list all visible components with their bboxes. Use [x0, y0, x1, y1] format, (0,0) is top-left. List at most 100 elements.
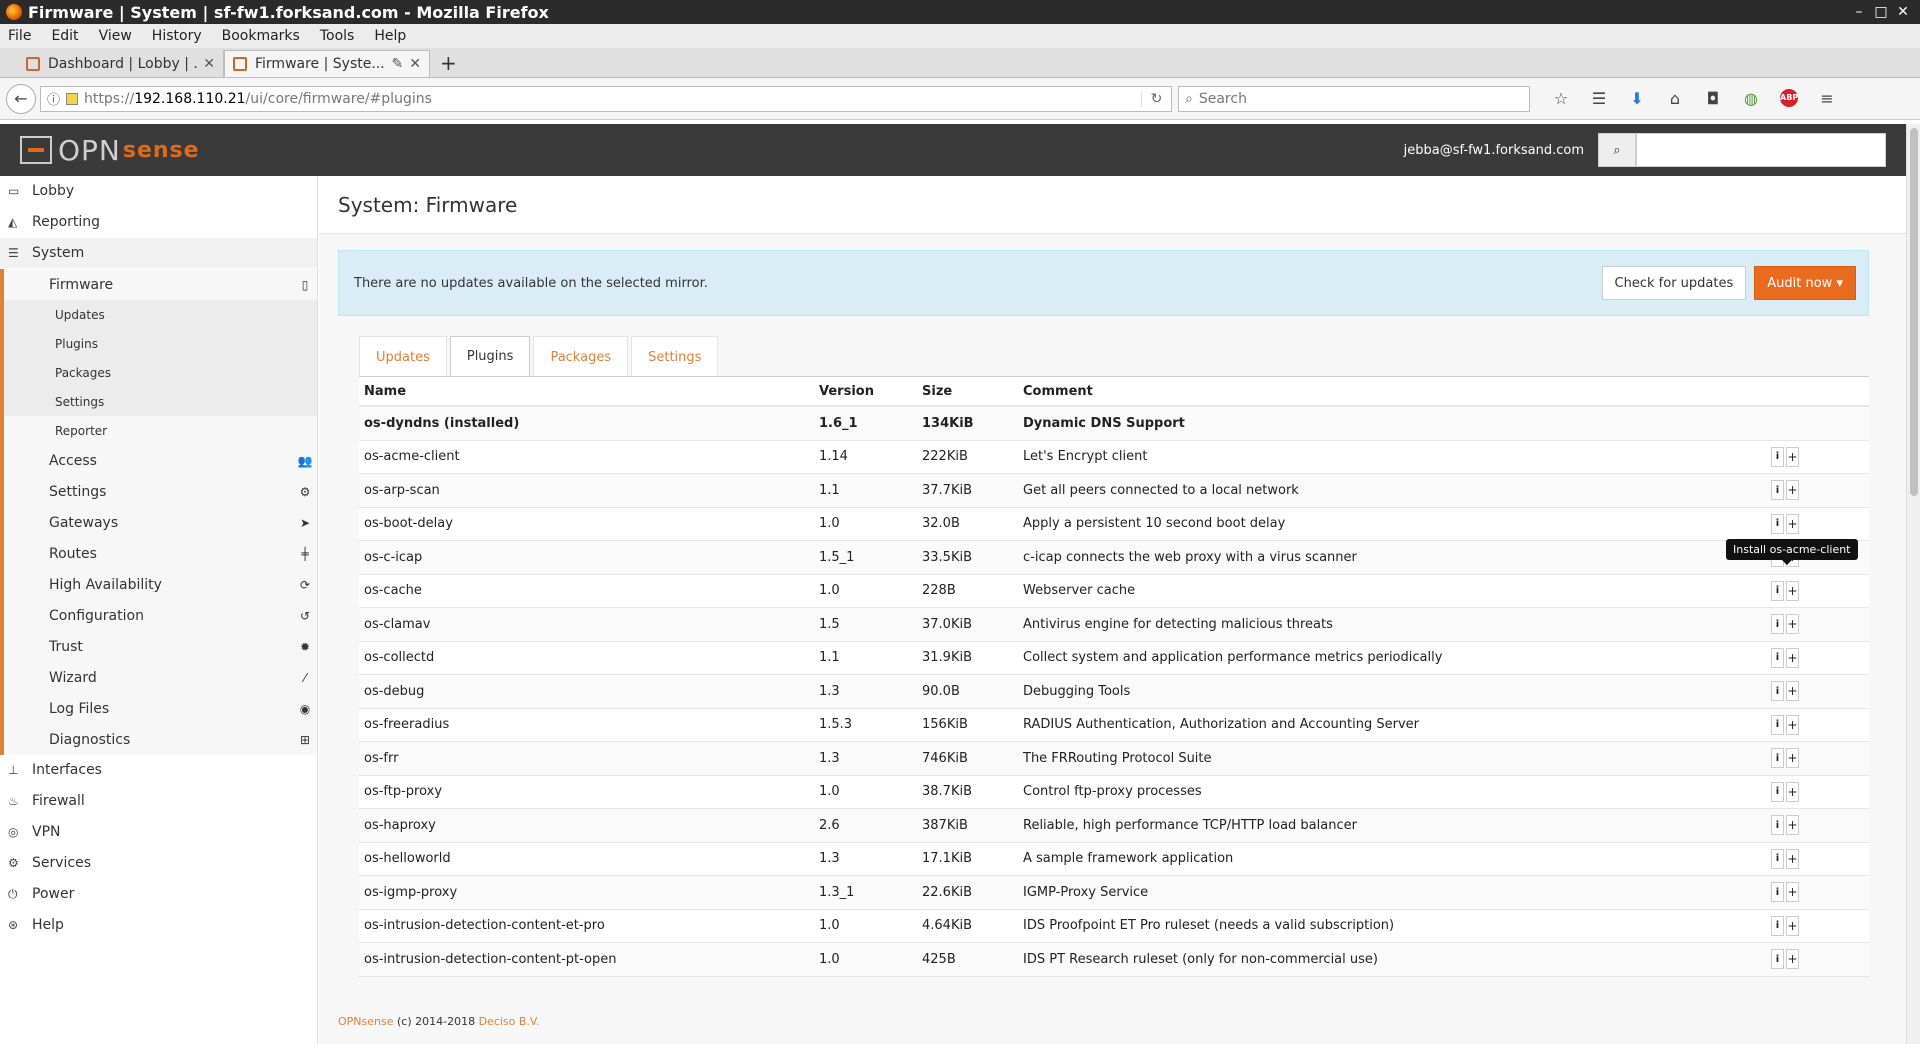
sidebar-item-configuration[interactable]: Configuration ↺ [0, 600, 317, 631]
sidebar-item-lobby[interactable]: ▭ Lobby [0, 176, 317, 207]
install-plus-icon[interactable]: + [1786, 580, 1799, 601]
check-for-updates-button[interactable]: Check for updates [1601, 266, 1747, 300]
close-window-button[interactable]: ✕ [1892, 4, 1914, 20]
audit-now-button[interactable]: Audit now ▾ [1754, 266, 1856, 300]
sidebar-item-high-availability[interactable]: High Availability ⟳ [0, 569, 317, 600]
sidebar-item-trust[interactable]: Trust ✹ [0, 631, 317, 662]
browser-tab-dashboard[interactable]: Dashboard | Lobby | ... ✕ [18, 50, 224, 77]
info-icon[interactable]: i [1771, 915, 1784, 936]
search-icon[interactable]: ⌕ [1598, 133, 1636, 167]
close-tab-icon[interactable]: ✕ [409, 56, 421, 72]
page-scrollbar[interactable] [1906, 124, 1920, 1044]
tab-packages[interactable]: Packages [533, 336, 629, 377]
tab-plugins[interactable]: Plugins [449, 336, 531, 377]
sidebar-item-firewall[interactable]: ♨ Firewall [0, 786, 317, 817]
install-plus-icon[interactable]: + [1786, 848, 1799, 869]
bookmark-star-icon[interactable]: ☆ [1542, 89, 1580, 108]
sidebar-item-power[interactable]: ⏻ Power [0, 879, 317, 910]
url-text[interactable]: https://192.168.110.21/ui/core/firmware/… [84, 91, 1141, 107]
sidebar-item-vpn[interactable]: ◎ VPN [0, 817, 317, 848]
reading-list-icon[interactable]: ☰ [1580, 89, 1618, 108]
install-plus-icon[interactable]: + [1786, 681, 1799, 702]
menu-view[interactable]: View [99, 28, 132, 44]
info-icon[interactable]: i [1771, 580, 1784, 601]
info-icon[interactable]: i [1771, 446, 1784, 467]
browser-search-input[interactable]: ⌕ Search [1178, 85, 1530, 112]
footer-company-link[interactable]: Deciso B.V. [479, 1015, 540, 1028]
sidebar-item-fw-settings[interactable]: Settings [0, 387, 317, 416]
sidebar-item-services[interactable]: ⚙ Services [0, 848, 317, 879]
install-plus-icon[interactable]: + [1786, 614, 1799, 635]
maximize-button[interactable]: □ [1870, 4, 1892, 20]
info-icon[interactable]: i [1771, 949, 1784, 970]
install-plus-icon[interactable]: + [1786, 882, 1799, 903]
info-icon[interactable]: i [1771, 614, 1784, 635]
sidebar-item-firmware[interactable]: Firmware ▯ [0, 269, 317, 300]
menu-bookmarks[interactable]: Bookmarks [222, 28, 300, 44]
sidebar-item-settings[interactable]: Settings ⚙ [0, 476, 317, 507]
install-plus-icon[interactable]: + [1786, 748, 1799, 769]
close-tab-icon[interactable]: ✕ [203, 56, 215, 72]
info-icon[interactable]: i [1771, 714, 1784, 735]
insecure-lock-icon[interactable] [66, 92, 79, 105]
sidebar-item-reporter[interactable]: Reporter [0, 416, 317, 445]
info-icon[interactable]: i [1771, 513, 1784, 534]
install-plus-icon[interactable]: + [1786, 915, 1799, 936]
user-label[interactable]: jebba@sf-fw1.forksand.com [1404, 143, 1584, 158]
sidebar-item-diagnostics[interactable]: Diagnostics ⊞ [0, 724, 317, 755]
sidebar-item-wizard[interactable]: Wizard ⁄ [0, 662, 317, 693]
menu-history[interactable]: History [152, 28, 202, 44]
info-icon[interactable]: i [1771, 815, 1784, 836]
sidebar-item-access[interactable]: Access 👥 [0, 445, 317, 476]
new-tab-button[interactable]: + [430, 51, 467, 77]
install-plus-icon[interactable]: + [1786, 513, 1799, 534]
menu-file[interactable]: File [8, 28, 31, 44]
adblock-plus-icon[interactable]: ABP [1780, 89, 1798, 107]
sidebar-item-reporting[interactable]: ◭ Reporting [0, 207, 317, 238]
pocket-icon[interactable]: ◘ [1694, 89, 1732, 108]
minimize-button[interactable]: – [1848, 4, 1870, 20]
info-icon[interactable]: i [1771, 647, 1784, 668]
scrollbar-thumb[interactable] [1910, 128, 1918, 496]
info-icon[interactable]: ⓘ [47, 89, 60, 108]
home-icon[interactable]: ⌂ [1656, 89, 1694, 108]
info-icon[interactable]: i [1771, 882, 1784, 903]
download-icon[interactable]: ⬇ [1618, 89, 1656, 108]
sidebar-item-gateways[interactable]: Gateways ➤ [0, 507, 317, 538]
sidebar-item-log-files[interactable]: Log Files ◉ [0, 693, 317, 724]
sidebar-item-system[interactable]: ☰ System [0, 238, 317, 269]
tab-settings[interactable]: Settings [631, 336, 719, 377]
hamburger-menu-icon[interactable]: ≡ [1808, 89, 1846, 108]
install-plus-icon[interactable]: + [1786, 647, 1799, 668]
install-plus-icon[interactable]: + [1786, 949, 1799, 970]
info-icon[interactable]: i [1771, 848, 1784, 869]
sidebar-item-packages[interactable]: Packages [0, 358, 317, 387]
menu-tools[interactable]: Tools [320, 28, 355, 44]
menu-edit[interactable]: Edit [51, 28, 78, 44]
install-plus-icon[interactable]: + [1786, 446, 1799, 467]
url-bar[interactable]: ⓘ https://192.168.110.21/ui/core/firmwar… [40, 85, 1172, 112]
footer-brand-link[interactable]: OPNsense [338, 1015, 394, 1028]
menu-search-input[interactable] [1636, 133, 1886, 167]
reload-icon[interactable]: ↻ [1141, 90, 1171, 107]
sidebar-item-plugins[interactable]: Plugins [0, 329, 317, 358]
mute-icon[interactable]: ✎ [392, 56, 404, 72]
sidebar-item-interfaces[interactable]: ⊥ Interfaces [0, 755, 317, 786]
menu-help[interactable]: Help [374, 28, 406, 44]
install-plus-icon[interactable]: + [1786, 714, 1799, 735]
install-plus-icon[interactable]: + [1786, 781, 1799, 802]
back-button[interactable]: ← [6, 83, 36, 114]
sidebar-item-routes[interactable]: Routes ╪ [0, 538, 317, 569]
sidebar-item-updates[interactable]: Updates [0, 300, 317, 329]
info-icon[interactable]: i [1771, 681, 1784, 702]
opnsense-logo[interactable]: OPN sense [20, 134, 200, 167]
install-plus-icon[interactable]: + [1786, 480, 1799, 501]
info-icon[interactable]: i [1771, 480, 1784, 501]
install-plus-icon[interactable]: + [1786, 815, 1799, 836]
info-icon[interactable]: i [1771, 748, 1784, 769]
info-icon[interactable]: i [1771, 781, 1784, 802]
tab-updates[interactable]: Updates [359, 336, 447, 377]
sidebar-item-help[interactable]: ⊛ Help [0, 910, 317, 941]
browser-tab-firmware[interactable]: Firmware | Syste... ✎ ✕ [224, 50, 430, 77]
ublock-icon[interactable]: ◍ [1732, 89, 1770, 108]
